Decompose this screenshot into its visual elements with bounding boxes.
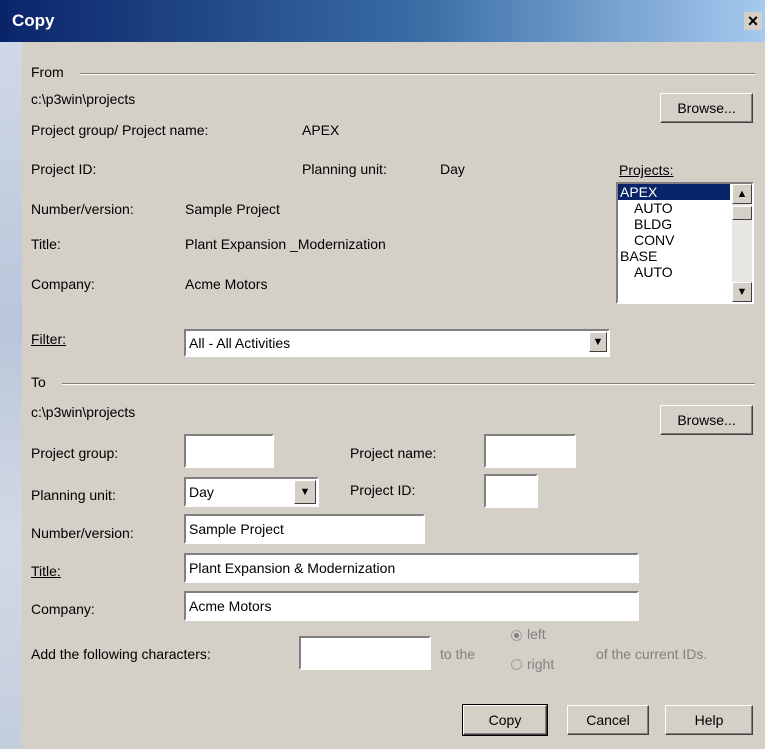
to-project-id-input[interactable]	[484, 474, 538, 508]
from-project-id-label: Project ID:	[31, 161, 97, 177]
right-radio-label: right	[527, 656, 555, 672]
from-browse-button[interactable]: Browse...	[660, 93, 753, 123]
to-planning-unit-label: Planning unit:	[31, 487, 116, 503]
window-title: Copy	[12, 11, 55, 30]
to-the-label: to the	[440, 646, 476, 662]
from-project-group-value: APEX	[302, 122, 340, 138]
projects-listbox[interactable]: APEX AUTO BLDG CONV BASE AUTO ▲ ▼	[616, 182, 754, 304]
scroll-thumb[interactable]	[732, 206, 752, 220]
from-path: c:\p3win\projects	[31, 91, 136, 107]
to-path: c:\p3win\projects	[31, 404, 136, 420]
scroll-down-icon[interactable]: ▼	[732, 282, 752, 302]
from-project-group-label: Project group/ Project name:	[31, 122, 209, 138]
add-characters-label: Add the following characters:	[31, 646, 211, 662]
to-company-label: Company:	[31, 601, 95, 617]
right-radio[interactable]	[511, 659, 522, 670]
project-item-bldg[interactable]: BLDG	[618, 216, 730, 232]
help-button[interactable]: Help	[665, 705, 753, 735]
to-project-group-input[interactable]	[184, 434, 274, 468]
projects-scrollbar[interactable]: ▲ ▼	[732, 184, 752, 302]
from-number-version-value: Sample Project	[185, 201, 280, 217]
filter-value: All - All Activities	[189, 335, 291, 351]
to-planning-unit-value: Day	[189, 484, 214, 500]
left-radio-label: left	[527, 626, 546, 642]
title-bar	[0, 0, 765, 42]
from-company-label: Company:	[31, 276, 95, 292]
to-company-input[interactable]: Acme Motors	[184, 591, 639, 621]
filter-label: Filter:	[31, 331, 66, 347]
to-group-label: To	[31, 374, 46, 390]
project-item-apex[interactable]: APEX	[618, 184, 730, 200]
cancel-button[interactable]: Cancel	[567, 705, 649, 735]
from-title-label: Title:	[31, 236, 61, 252]
from-planning-unit-value: Day	[440, 161, 465, 177]
to-group-line	[62, 383, 755, 385]
planning-unit-dropdown-arrow-icon[interactable]: ▼	[294, 480, 316, 504]
from-group-label: From	[31, 64, 64, 80]
left-radio-dot	[514, 633, 519, 638]
close-button[interactable]: ×	[744, 12, 762, 30]
add-characters-input[interactable]	[299, 636, 431, 670]
project-item-auto[interactable]: AUTO	[618, 200, 730, 216]
copy-button[interactable]: Copy	[462, 704, 548, 736]
from-company-value: Acme Motors	[185, 276, 268, 292]
scroll-up-icon[interactable]: ▲	[732, 184, 752, 204]
to-number-version-label: Number/version:	[31, 525, 134, 541]
to-browse-button[interactable]: Browse...	[660, 405, 753, 435]
to-project-id-label: Project ID:	[350, 482, 416, 498]
project-item-base[interactable]: BASE	[618, 248, 730, 264]
to-title-label: Title:	[31, 563, 61, 579]
project-item-base-auto[interactable]: AUTO	[618, 264, 730, 280]
from-planning-unit-label: Planning unit:	[302, 161, 387, 177]
projects-label: Projects:	[619, 162, 674, 178]
from-group-line	[80, 73, 755, 75]
filter-select[interactable]: All - All Activities	[184, 329, 610, 357]
from-title-value: Plant Expansion _Modernization	[185, 236, 386, 252]
to-project-name-label: Project name:	[350, 445, 437, 461]
from-number-version-label: Number/version:	[31, 201, 134, 217]
to-project-name-input[interactable]	[484, 434, 576, 468]
copy-dialog: From c:\p3win\projects Browse... Project…	[22, 42, 765, 749]
project-item-conv[interactable]: CONV	[618, 232, 730, 248]
to-project-group-label: Project group:	[31, 445, 119, 461]
current-ids-label: of the current IDs.	[596, 646, 708, 662]
background-window-edge	[0, 42, 22, 749]
filter-dropdown-arrow-icon[interactable]: ▼	[589, 332, 607, 352]
to-title-input[interactable]: Plant Expansion & Modernization	[184, 553, 639, 583]
left-radio[interactable]	[511, 630, 522, 641]
to-number-version-input[interactable]: Sample Project	[184, 514, 425, 544]
